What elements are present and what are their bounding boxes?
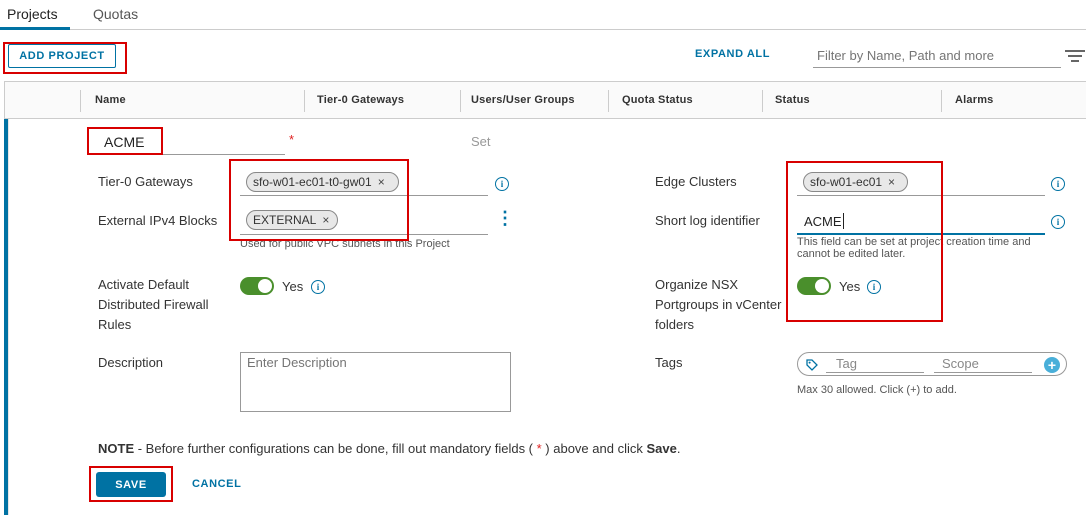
filter-input[interactable] bbox=[813, 44, 1061, 68]
tier0-label: Tier-0 Gateways bbox=[98, 174, 193, 189]
column-separator bbox=[80, 90, 81, 112]
description-label: Description bbox=[98, 355, 164, 370]
tab-quotas[interactable]: Quotas bbox=[93, 6, 138, 22]
short-log-label: Short log identifier bbox=[655, 213, 760, 228]
filter-icon[interactable] bbox=[1065, 48, 1085, 62]
note-save-word: Save bbox=[646, 441, 677, 456]
scope-underline bbox=[934, 372, 1032, 373]
note-text-2: ) above and click bbox=[541, 441, 647, 456]
tags-label: Tags bbox=[655, 355, 683, 370]
expand-all-button[interactable]: EXPAND ALL bbox=[695, 48, 770, 60]
column-name[interactable]: Name bbox=[95, 94, 126, 106]
highlight-add-project bbox=[3, 42, 127, 74]
highlight-tier0-ipv4 bbox=[229, 159, 409, 241]
portgroups-label-3: folders bbox=[655, 317, 695, 332]
highlight-save bbox=[89, 466, 173, 502]
firewall-toggle-text: Yes bbox=[282, 279, 304, 294]
info-icon[interactable]: i bbox=[311, 280, 325, 294]
grid-header: Name Tier-0 Gateways Users/User Groups Q… bbox=[4, 81, 1086, 119]
add-tag-icon[interactable]: + bbox=[1044, 357, 1060, 373]
highlight-edge-shortlog bbox=[786, 161, 943, 322]
firewall-label-1: Activate Default bbox=[98, 277, 190, 292]
note-text: - Before further configurations can be d… bbox=[134, 441, 537, 456]
tab-projects[interactable]: Projects bbox=[7, 6, 58, 22]
column-separator bbox=[608, 90, 609, 112]
info-icon[interactable]: i bbox=[495, 177, 509, 191]
portgroups-label-1: Organize NSX bbox=[655, 277, 739, 292]
column-separator bbox=[460, 90, 461, 112]
edge-clusters-label: Edge Clusters bbox=[655, 174, 737, 189]
portgroups-label-2: Portgroups in vCenter bbox=[655, 297, 782, 312]
info-icon[interactable]: i bbox=[1051, 177, 1065, 191]
cancel-button[interactable]: CANCEL bbox=[192, 478, 241, 490]
highlight-project-name bbox=[87, 127, 163, 155]
info-icon[interactable]: i bbox=[1051, 215, 1065, 229]
ipv4-label: External IPv4 Blocks bbox=[98, 213, 218, 228]
tag-input[interactable]: Tag bbox=[836, 356, 857, 371]
tags-hint: Max 30 allowed. Click (+) to add. bbox=[797, 384, 957, 396]
column-separator bbox=[941, 90, 942, 112]
column-quota-status[interactable]: Quota Status bbox=[622, 94, 693, 106]
column-tier0[interactable]: Tier-0 Gateways bbox=[317, 94, 404, 106]
mandatory-note: NOTE - Before further configurations can… bbox=[98, 441, 680, 456]
column-users[interactable]: Users/User Groups bbox=[471, 94, 575, 106]
firewall-label-2: Distributed Firewall bbox=[98, 297, 209, 312]
firewall-toggle[interactable] bbox=[240, 277, 274, 295]
scope-input[interactable]: Scope bbox=[942, 356, 979, 371]
note-prefix: NOTE bbox=[98, 441, 135, 456]
description-input[interactable] bbox=[240, 352, 511, 412]
tag-icon bbox=[806, 359, 818, 371]
active-tab-indicator bbox=[0, 27, 70, 30]
required-marker: * bbox=[289, 132, 295, 147]
column-separator bbox=[304, 90, 305, 112]
tab-bar bbox=[0, 0, 1086, 30]
tags-input-group: Tag Scope + bbox=[797, 352, 1067, 376]
set-label: Set bbox=[471, 134, 491, 149]
column-status[interactable]: Status bbox=[775, 94, 810, 106]
more-vertical-icon[interactable]: ⋮ bbox=[496, 208, 514, 229]
column-alarms[interactable]: Alarms bbox=[955, 94, 994, 106]
note-end: . bbox=[676, 441, 681, 456]
column-separator bbox=[762, 90, 763, 112]
tag-underline bbox=[826, 372, 924, 373]
firewall-label-3: Rules bbox=[98, 317, 132, 332]
